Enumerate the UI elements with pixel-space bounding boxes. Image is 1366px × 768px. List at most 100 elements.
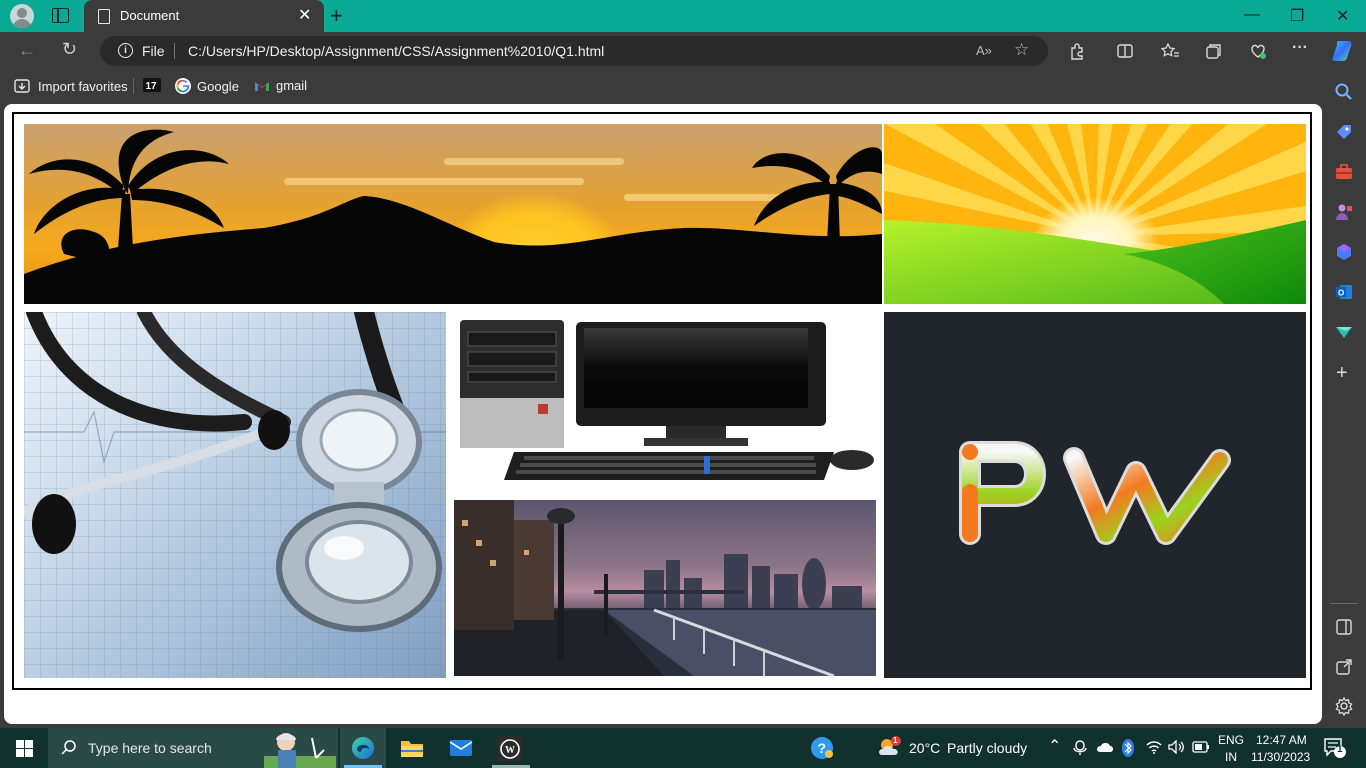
help-icon[interactable]: ? (810, 736, 834, 760)
search-icon[interactable] (1334, 82, 1354, 102)
favorites-icon[interactable] (1160, 42, 1180, 60)
copilot-icon[interactable] (1330, 38, 1356, 64)
split-screen-icon[interactable] (1116, 42, 1134, 60)
tab-close-icon[interactable]: ✕ (298, 5, 311, 25)
favorite-star-icon[interactable]: ☆ (1014, 40, 1029, 60)
mail-icon[interactable] (449, 738, 473, 758)
search-placeholder: Type here to search (88, 740, 212, 756)
svg-text:?: ? (818, 740, 827, 756)
close-window-icon[interactable]: ✕ (1336, 6, 1349, 26)
pw-logo (959, 441, 1231, 545)
scheme-label: File (142, 43, 165, 59)
favorite-google[interactable]: Google (175, 78, 239, 94)
document-icon (98, 9, 110, 24)
tag-icon[interactable] (1334, 122, 1354, 142)
back-icon[interactable]: ← (18, 40, 36, 61)
refresh-icon[interactable]: ↻ (62, 39, 77, 60)
favorite-label: Import favorites (38, 78, 128, 94)
notification-count: 1 (1337, 744, 1343, 755)
address-separator (174, 43, 175, 59)
chevron-up-icon[interactable]: ⌃ (1048, 736, 1061, 756)
weather-badge: 1 (893, 736, 898, 745)
volume-icon[interactable] (1168, 740, 1186, 754)
page-viewport (4, 104, 1322, 724)
performance-icon[interactable] (1249, 42, 1267, 60)
tab-title: Document (120, 8, 180, 23)
bluetooth-icon[interactable] (1122, 739, 1134, 757)
settings-icon[interactable] (1334, 696, 1354, 716)
extensions-icon[interactable] (1068, 42, 1086, 60)
sidebar-toggle-icon[interactable] (1335, 618, 1353, 636)
games-icon[interactable] (1334, 202, 1354, 222)
clock-time[interactable]: 12:47 AM (1256, 733, 1307, 747)
minimize-icon[interactable]: — (1244, 6, 1260, 24)
sunset-image (24, 124, 882, 304)
language-bottom[interactable]: IN (1225, 750, 1237, 764)
search-icon (61, 740, 76, 755)
tv-icon: 17 (143, 78, 161, 92)
clock-date[interactable]: 11/30/2023 (1251, 750, 1310, 764)
file-explorer-icon[interactable] (400, 737, 424, 759)
stethoscope-image (24, 312, 446, 678)
silhouette-landscape (24, 129, 882, 304)
office-icon[interactable] (1334, 242, 1354, 262)
taskbar: Type here to search W ? 1 20°C Partly cl… (0, 728, 1366, 768)
tab-actions-icon[interactable] (52, 8, 69, 23)
toolbox-icon[interactable] (1334, 162, 1354, 182)
send-icon[interactable] (1334, 322, 1354, 342)
sunrise-image (884, 124, 1306, 304)
restore-icon[interactable]: ❐ (1290, 6, 1304, 26)
info-icon[interactable]: i (118, 43, 133, 58)
wordpress-app-icon[interactable]: W (497, 736, 523, 762)
battery-icon[interactable] (1192, 741, 1210, 753)
profile-avatar[interactable] (10, 4, 34, 28)
google-icon (175, 78, 191, 94)
weather-icon[interactable] (876, 735, 904, 761)
edge-icon (352, 737, 374, 759)
avatar-head (17, 8, 27, 18)
favorites-bar: Import favorites 17 Google gmail (0, 70, 1366, 102)
import-icon (14, 79, 30, 93)
tab-document[interactable]: Document ✕ (84, 0, 324, 32)
svg-text:O: O (1338, 289, 1344, 298)
new-tab-icon[interactable]: + (330, 3, 343, 29)
svg-text:W: W (505, 745, 515, 756)
city-skyline-drawing (454, 500, 876, 676)
gmail-icon (255, 81, 269, 91)
read-aloud-icon[interactable]: A» (976, 43, 992, 58)
meet-now-icon[interactable] (1073, 740, 1087, 756)
title-bar: Document ✕ + — ❐ ✕ (0, 0, 1366, 32)
more-icon[interactable]: ··· (1292, 39, 1308, 57)
favorite-tv[interactable]: 17 (143, 78, 161, 92)
open-external-icon[interactable] (1335, 658, 1353, 676)
computer-image (454, 312, 876, 492)
search-highlight-illustration (264, 733, 336, 768)
add-icon[interactable]: + (1336, 362, 1348, 385)
taskbar-search-box[interactable]: Type here to search (48, 728, 338, 768)
language-top[interactable]: ENG (1218, 733, 1244, 747)
sidebar-divider (1330, 603, 1358, 604)
collections-icon[interactable] (1205, 42, 1223, 60)
desktop-computer-drawing (460, 320, 874, 480)
taskbar-edge[interactable] (340, 728, 386, 768)
wifi-icon[interactable] (1146, 740, 1162, 754)
svg-text:17: 17 (146, 81, 158, 92)
green-field (884, 220, 1306, 304)
outlook-icon[interactable]: O (1334, 282, 1354, 302)
pw-logo-image (884, 312, 1306, 678)
weather-temp[interactable]: 20°C (909, 740, 940, 756)
favorites-separator (133, 78, 134, 94)
city-riverside-image (454, 500, 876, 676)
favorite-label: gmail (276, 78, 308, 93)
image-gallery-border (12, 112, 1312, 690)
url-text[interactable]: C:/Users/HP/Desktop/Assignment/CSS/Assig… (188, 43, 604, 59)
onedrive-icon[interactable] (1096, 741, 1114, 753)
address-bar[interactable]: i File C:/Users/HP/Desktop/Assignment/CS… (100, 36, 1048, 66)
weather-desc[interactable]: Partly cloudy (947, 740, 1027, 756)
favorite-import[interactable]: Import favorites (14, 78, 128, 94)
stethoscope-drawing (24, 312, 446, 632)
favorite-label: Google (197, 78, 239, 94)
favorite-gmail[interactable]: gmail (254, 78, 307, 93)
notifications-icon[interactable] (1323, 737, 1347, 759)
windows-start-icon[interactable] (16, 740, 33, 757)
